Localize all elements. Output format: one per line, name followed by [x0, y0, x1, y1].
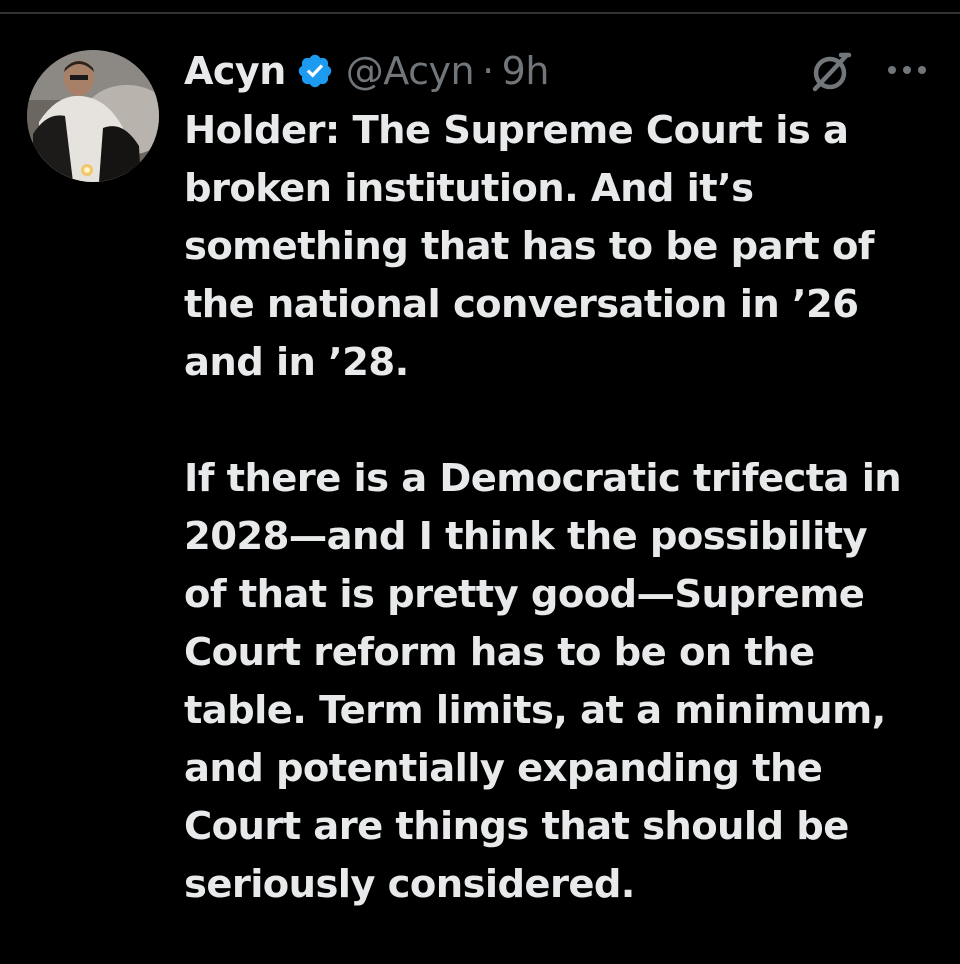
tweet-header: Acyn @Acyn · 9h: [184, 44, 549, 98]
avatar[interactable]: [27, 50, 159, 182]
grok-icon[interactable]: [806, 48, 854, 96]
header-separator: ·: [482, 49, 494, 93]
more-horizontal-icon[interactable]: [884, 58, 930, 82]
verified-badge-icon: [296, 52, 334, 90]
author-handle[interactable]: @Acyn: [346, 49, 475, 93]
avatar-photo: [27, 50, 159, 182]
top-divider: [0, 12, 960, 14]
author-display-name[interactable]: Acyn: [184, 49, 286, 93]
tweet-timestamp[interactable]: 9h: [502, 49, 550, 93]
tweet-text: Holder: The Supreme Court is a broken in…: [184, 108, 902, 907]
